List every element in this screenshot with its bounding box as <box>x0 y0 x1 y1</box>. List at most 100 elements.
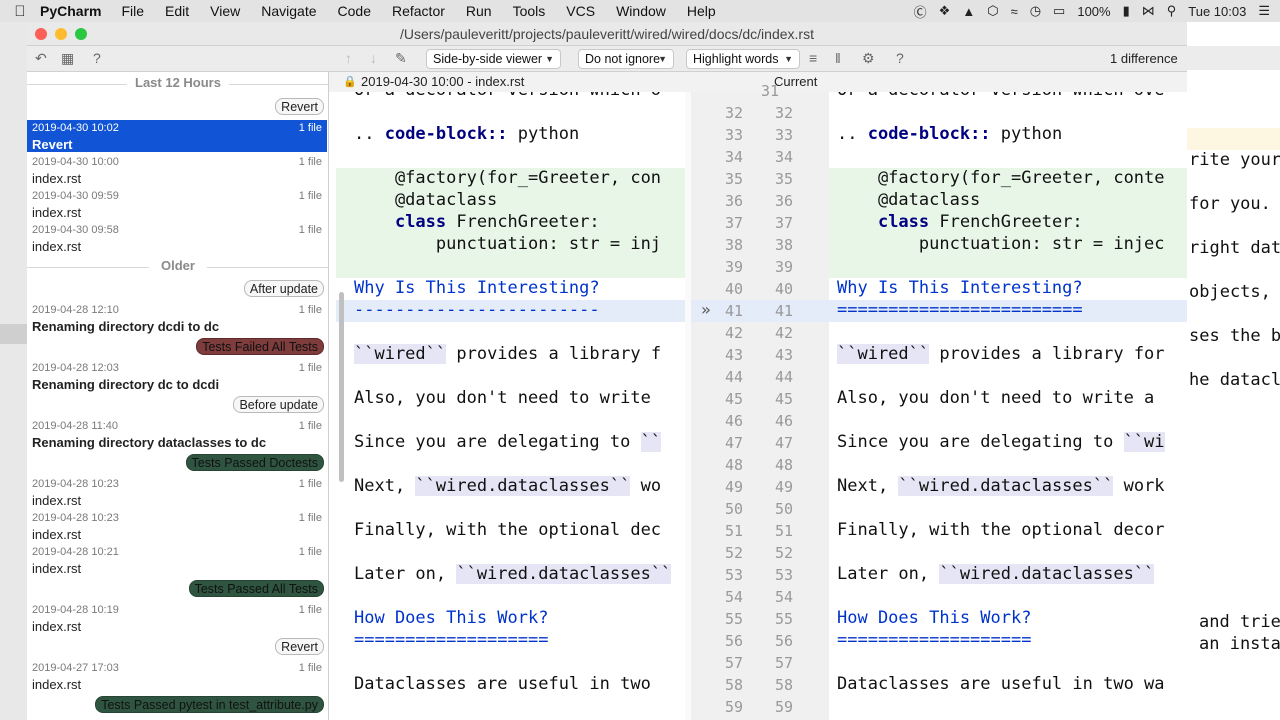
label-revert[interactable]: Revert <box>275 98 324 115</box>
editor-line: and trie <box>1199 612 1280 632</box>
left-line-number: 59 <box>725 698 744 716</box>
left-line-number: 35 <box>725 170 744 188</box>
next-difference-icon[interactable]: ↓ <box>370 50 377 66</box>
right-line-number: 48 <box>775 456 794 474</box>
editor-highlight-line <box>1187 128 1280 150</box>
menu-view[interactable]: View <box>210 3 240 19</box>
right-line-number: 47 <box>775 434 794 452</box>
code-line: .. code-block:: python <box>837 124 1063 144</box>
left-line-number: 57 <box>725 654 744 672</box>
history-entry[interactable]: 2019-04-28 10:23 1 file index.rst <box>27 510 327 542</box>
right-diff-pane[interactable]: Or a decorator version which ove .. code… <box>829 92 1187 720</box>
apply-change-icon[interactable]: » <box>701 300 711 319</box>
apple-menu-icon[interactable]:  <box>0 3 40 20</box>
spotlight-icon[interactable]: ⚲ <box>1167 3 1177 19</box>
history-scrollbar[interactable] <box>339 292 344 482</box>
cube-icon[interactable]: ⬡ <box>987 3 998 19</box>
code-line: =================== <box>837 630 1032 650</box>
right-line-number: 40 <box>775 280 794 298</box>
viewer-select[interactable]: Side-by-side viewer ▼ <box>426 49 561 69</box>
revert-icon[interactable]: ↶ <box>35 50 47 67</box>
left-line-number: 33 <box>725 126 744 144</box>
highlight-select[interactable]: Highlight words ▼ <box>686 49 800 69</box>
right-line-number: 36 <box>775 192 794 210</box>
menu-vcs[interactable]: VCS <box>566 3 595 19</box>
clock[interactable]: Tue 10:03 <box>1188 4 1246 19</box>
battery-icon[interactable]: ▮ <box>1123 3 1130 19</box>
close-window-button[interactable] <box>35 28 47 40</box>
menu-code[interactable]: Code <box>338 3 371 19</box>
code-line: How Does This Work? <box>837 608 1032 628</box>
edit-source-icon[interactable]: ✎ <box>395 50 407 67</box>
right-line-number: 50 <box>775 500 794 518</box>
prev-difference-icon[interactable]: ↑ <box>345 50 352 66</box>
help-icon[interactable]: ? <box>93 50 101 66</box>
zoom-window-button[interactable] <box>75 28 87 40</box>
history-entry[interactable]: 2019-04-28 10:19 1 file index.rst <box>27 602 327 634</box>
label-tests-passed-all[interactable]: Tests Passed All Tests <box>188 580 324 597</box>
left-line-number: 37 <box>725 214 744 232</box>
code-line: .. code-block:: python <box>354 124 580 144</box>
right-line-number: 59 <box>775 698 794 716</box>
display-icon[interactable]: ▭ <box>1053 3 1065 19</box>
whitespace-select[interactable]: Do not ignore ▼ <box>578 49 674 69</box>
history-entry[interactable]: 2019-04-28 11:40 1 file Renaming directo… <box>27 418 327 450</box>
bluetooth-icon[interactable]: ⋈ <box>1142 3 1155 19</box>
code-line: ------------------------ <box>354 300 600 320</box>
left-line-number: 41 <box>725 302 744 320</box>
dropbox-icon[interactable]: ❖ <box>939 3 951 19</box>
menu-help[interactable]: Help <box>687 3 716 19</box>
history-entry[interactable]: 2019-04-28 10:23 1 file index.rst <box>27 476 327 508</box>
tray-app-icon[interactable]: ▲ <box>962 4 975 19</box>
menu-run[interactable]: Run <box>466 3 492 19</box>
menu-tools[interactable]: Tools <box>513 3 546 19</box>
minimize-window-button[interactable] <box>55 28 67 40</box>
label-tests-passed-pytest[interactable]: Tests Passed pytest in test_attribute.py <box>95 696 324 713</box>
window-title: /Users/pauleveritt/projects/pauleveritt/… <box>400 26 814 42</box>
right-line-number: 42 <box>775 324 794 342</box>
history-entry[interactable]: 2019-04-30 10:02 1 file Revert <box>27 120 327 152</box>
notification-center-icon[interactable]: ☰ <box>1258 3 1270 19</box>
history-entry[interactable]: 2019-04-28 12:03 1 file Renaming directo… <box>27 360 327 392</box>
wifi-icon[interactable]: ≈ <box>1011 4 1018 19</box>
skype-icon[interactable]: Ⓒ <box>914 2 927 21</box>
diff-help-icon[interactable]: ? <box>896 50 904 66</box>
code-line: How Does This Work? <box>354 608 549 628</box>
left-line-number: 54 <box>725 588 744 606</box>
code-line: punctuation: str = inj <box>354 234 662 254</box>
history-entry[interactable]: 2019-04-28 12:10 1 file Renaming directo… <box>27 302 327 334</box>
history-entry[interactable]: 2019-04-27 17:03 1 file index.rst <box>27 660 327 692</box>
label-tests-failed[interactable]: Tests Failed All Tests <box>196 338 324 355</box>
collapse-unchanged-icon[interactable]: ≡ <box>809 50 817 66</box>
code-line: class FrenchGreeter: <box>877 212 1083 232</box>
menu-edit[interactable]: Edit <box>165 3 189 19</box>
time-machine-icon[interactable]: ◷ <box>1030 3 1041 19</box>
label-revert[interactable]: Revert <box>275 638 324 655</box>
chevron-down-icon: ▼ <box>545 54 554 64</box>
history-entry[interactable]: 2019-04-30 09:59 1 file index.rst <box>27 188 327 220</box>
history-entry[interactable]: 2019-04-30 09:58 1 file index.rst <box>27 222 327 254</box>
menu-navigate[interactable]: Navigate <box>261 3 316 19</box>
menu-file[interactable]: File <box>121 3 144 19</box>
right-line-number: 46 <box>775 412 794 430</box>
menu-refactor[interactable]: Refactor <box>392 3 445 19</box>
code-line: Since you are delegating to `` <box>354 432 662 452</box>
left-line-number: 56 <box>725 632 744 650</box>
sync-scroll-icon[interactable]: ‖ <box>835 50 841 66</box>
app-menu[interactable]: PyCharm <box>40 3 101 19</box>
history-entry[interactable]: 2019-04-28 10:21 1 file index.rst <box>27 544 327 576</box>
left-line-number: 44 <box>725 368 744 386</box>
code-line: Later on, ``wired.dataclasses`` <box>837 564 1155 584</box>
history-entry[interactable]: 2019-04-30 10:00 1 file index.rst <box>27 154 327 186</box>
code-line: punctuation: str = injec <box>837 234 1165 254</box>
left-line-number: 32 <box>725 104 744 122</box>
menu-window[interactable]: Window <box>616 3 666 19</box>
label-before-update[interactable]: Before update <box>233 396 324 413</box>
editor-line: an insta <box>1199 634 1280 654</box>
label-after-update[interactable]: After update <box>243 280 324 297</box>
label-tests-passed-doctests[interactable]: Tests Passed Doctests <box>185 454 324 471</box>
battery-percent[interactable]: 100% <box>1077 4 1110 19</box>
left-diff-pane[interactable]: Or a decorator version which o .. code-b… <box>336 92 685 720</box>
create-patch-icon[interactable]: ▦ <box>61 50 74 67</box>
settings-gear-icon[interactable]: ⚙ <box>862 50 875 67</box>
